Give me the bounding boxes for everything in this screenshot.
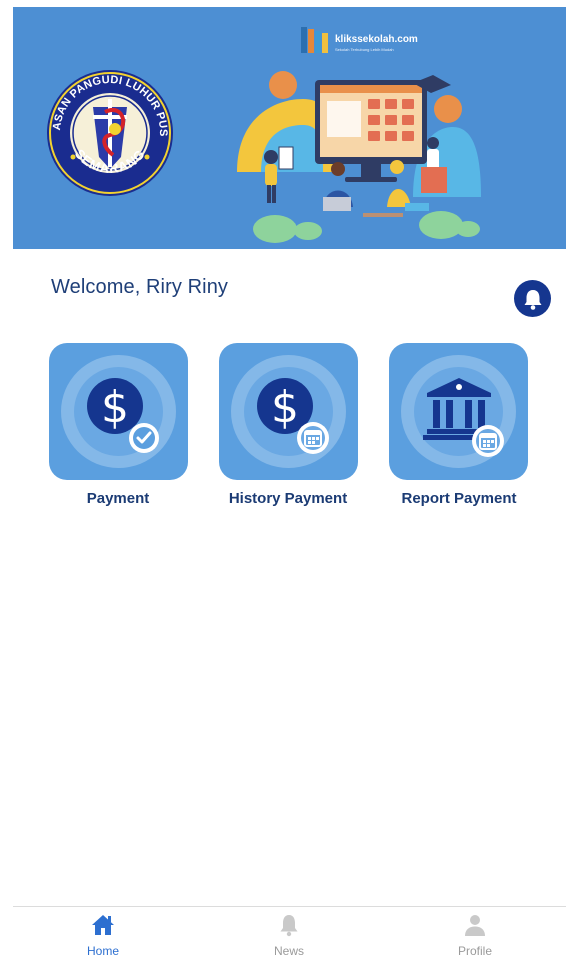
report-payment-tile[interactable] xyxy=(389,343,528,480)
payment-label[interactable]: Payment xyxy=(33,490,203,507)
dollar-check-icon: $ xyxy=(87,378,159,453)
nav-item-profile[interactable]: Profile xyxy=(415,907,535,958)
klikssekolah-brand: klikssekolah.com Sekolah Terhubung Lebih… xyxy=(301,27,418,53)
nav-item-home[interactable]: Home xyxy=(43,907,163,958)
svg-text:$: $ xyxy=(271,382,299,433)
report-payment-label[interactable]: Report Payment xyxy=(374,490,544,507)
home-icon xyxy=(92,915,114,935)
school-illustration xyxy=(237,71,481,243)
nav-label-news: News xyxy=(273,944,304,958)
svg-text:klikssekolah.com: klikssekolah.com xyxy=(335,34,418,45)
banner-illustration: YAYASAN PANGUDI LUHUR PUSAT SEMARANG kli… xyxy=(13,7,481,243)
bell-icon xyxy=(524,289,541,310)
history-payment-label[interactable]: History Payment xyxy=(203,490,373,507)
nav-label-profile: Profile xyxy=(457,944,492,958)
bottom-navigation: Home News Profile xyxy=(13,906,566,958)
nav-label-home: Home xyxy=(86,944,119,958)
bank-calendar-icon xyxy=(423,378,504,457)
payment-tile[interactable]: $ xyxy=(49,343,188,480)
header-banner: YAYASAN PANGUDI LUHUR PUSAT SEMARANG kli… xyxy=(13,7,566,249)
svg-text:Sekolah Terhubung Lebih Mudah: Sekolah Terhubung Lebih Mudah xyxy=(335,47,394,52)
history-payment-tile[interactable]: $ xyxy=(219,343,358,480)
notification-button[interactable] xyxy=(514,280,551,317)
person-icon xyxy=(465,915,485,936)
welcome-text: Welcome, Riry Riny xyxy=(51,276,229,298)
bell-icon xyxy=(280,915,298,937)
dollar-calendar-icon: $ xyxy=(257,378,329,454)
yayasan-logo: YAYASAN PANGUDI LUHUR PUSAT SEMARANG xyxy=(13,7,173,196)
svg-text:$: $ xyxy=(101,382,129,433)
nav-item-news[interactable]: News xyxy=(229,907,349,958)
